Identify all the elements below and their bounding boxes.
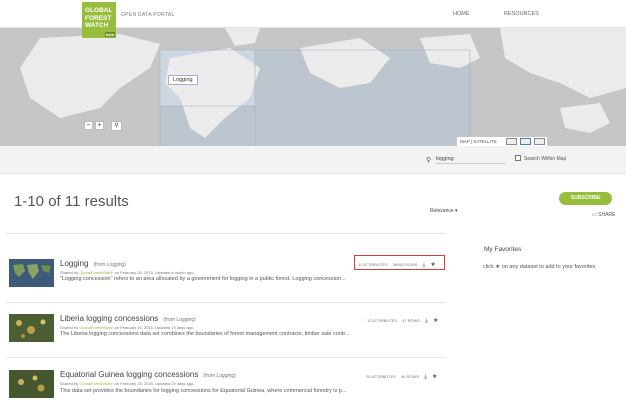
meta-suffix: on February 25, 2015. Updated 19 days ag… [113, 325, 195, 330]
attributes-count: 12 ATTRIBUTES [367, 318, 397, 323]
map-canvas[interactable] [0, 28, 626, 146]
download-icon[interactable]: ⤓ [425, 318, 428, 324]
subscribe-button[interactable]: SUBSCRIBE [559, 192, 612, 205]
result-title-text[interactable]: Liberia logging concessions [60, 314, 158, 323]
result-source: (from Logging) [93, 262, 126, 268]
share-button[interactable]: ▭ SHARE [592, 212, 615, 218]
nav-resources-link[interactable]: RESOURCES [504, 11, 539, 17]
favorites-title: My Favorites [484, 246, 522, 253]
attributes-count: 25 ATTRIBUTES [366, 374, 396, 379]
logo-line-2: FOREST [85, 14, 112, 22]
rows-count: 46 ROWS [401, 374, 420, 379]
download-icon[interactable]: ⤓ [423, 262, 426, 268]
share-icon: ▭ [592, 212, 597, 218]
zoom-in-button[interactable]: + [95, 121, 104, 130]
result-title[interactable]: Equatorial Guinea logging concessions (fr… [60, 370, 236, 379]
results-divider [6, 302, 446, 303]
result-description: This data set provides the boundaries fo… [60, 388, 347, 394]
favorite-star-icon[interactable]: ★ [430, 262, 435, 268]
world-map-graphic [20, 28, 626, 146]
meta-suffix: on February 25, 2015. Updated 25 days ag… [113, 381, 195, 386]
result-thumbnail[interactable] [9, 259, 54, 287]
result-title-text[interactable]: Logging [60, 259, 88, 268]
rows-count: 38963 ROWS [392, 262, 418, 267]
magnifier-icon: ⚲ [114, 123, 119, 129]
author-link[interactable]: GlobalForestWatch [79, 381, 113, 386]
result-source: (from Logging) [163, 317, 196, 323]
result-meta: Shared by GlobalForestWatch on February … [60, 270, 195, 275]
result-meta: Shared by GlobalForestWatch on February … [60, 381, 194, 386]
logo-line-1: GLOBAL [85, 7, 113, 14]
favorites-hint-before: click [483, 264, 496, 270]
results-divider [6, 357, 446, 358]
map-search-button[interactable]: ⚲ [111, 121, 122, 131]
meta-prefix: Shared by [60, 270, 80, 275]
rows-count: 47 ROWS [402, 318, 421, 323]
meta-suffix: on February 25, 2015. Updated a month ag… [113, 270, 195, 275]
favorites-hint-after: on any dataset to add to your favorites [500, 264, 596, 270]
global-forest-watch-logo[interactable]: GLOBAL FOREST WATCH beta [82, 2, 116, 38]
sort-dropdown[interactable]: Relevance ▾ [430, 208, 458, 214]
result-thumbnail[interactable] [9, 314, 54, 342]
search-within-map-checkbox[interactable] [515, 155, 521, 161]
result-stats: 11 ATTRIBUTES 38963 ROWS ⤓ ★ [358, 261, 436, 269]
zoom-out-button[interactable]: − [84, 121, 93, 130]
portal-label: OPEN DATA PORTAL [121, 12, 175, 18]
world-thumbnail-icon [9, 259, 54, 287]
author-link[interactable]: GlobalForestWatch [79, 325, 113, 330]
result-meta: Shared by GlobalForestWatch on February … [60, 325, 194, 330]
map-layer-label[interactable]: Logging [168, 75, 198, 85]
satellite-thumbnail-icon [9, 370, 54, 398]
satellite-thumbnail-icon [9, 314, 54, 342]
result-thumbnail[interactable] [9, 370, 54, 398]
result-title[interactable]: Liberia logging concessions (from Logging… [60, 314, 196, 323]
result-title[interactable]: Logging (from Logging) [60, 259, 126, 268]
results-count-title: 1-10 of 11 results [14, 193, 129, 210]
result-description: "Logging concession" refers to an area a… [60, 276, 346, 282]
share-label: SHARE [598, 212, 616, 218]
favorite-star-icon[interactable]: ★ [433, 318, 438, 324]
map-thumb-satellite[interactable] [520, 138, 531, 145]
logo-line-3: WATCH [85, 22, 109, 29]
map-thumb-terrain[interactable] [506, 138, 517, 145]
favorites-hint: click ★ on any dataset to add to your fa… [483, 264, 595, 270]
search-bar: ⚲ Search Within Map [0, 146, 626, 174]
results-divider [6, 233, 446, 234]
download-icon[interactable]: ⤓ [424, 374, 427, 380]
logo-beta-tag: beta [104, 32, 115, 37]
result-stats: 12 ATTRIBUTES 47 ROWS ⤓ ★ [367, 317, 438, 325]
search-icon: ⚲ [426, 157, 432, 164]
result-title-text[interactable]: Equatorial Guinea logging concessions [60, 370, 198, 379]
map-thumb-plain[interactable] [534, 138, 545, 145]
search-within-map-label[interactable]: Search Within Map [524, 156, 566, 162]
map-type-switch[interactable]: MAP | SATELLITE [457, 137, 547, 146]
nav-home-link[interactable]: HOME [453, 11, 470, 17]
attributes-count: 11 ATTRIBUTES [358, 262, 388, 267]
result-stats: 25 ATTRIBUTES 46 ROWS ⤓ ★ [366, 373, 437, 381]
meta-prefix: Shared by [60, 325, 80, 330]
favorite-star-icon[interactable]: ★ [432, 374, 437, 380]
author-link[interactable]: GlobalForestWatch [79, 270, 113, 275]
result-description: The Liberia logging concessions data set… [60, 331, 350, 337]
search-input[interactable] [436, 155, 506, 164]
map-type-label: MAP | SATELLITE [460, 139, 497, 144]
meta-prefix: Shared by [60, 381, 80, 386]
result-source: (from Logging) [203, 373, 236, 379]
